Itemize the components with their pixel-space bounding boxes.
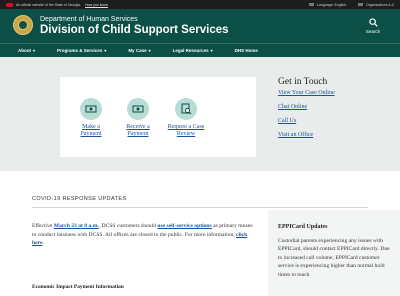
call-us-link[interactable]: Call Us — [278, 118, 296, 124]
view-case-online-link[interactable]: View Your Case Online — [278, 90, 335, 96]
chevron-down-icon: ▾ — [104, 48, 107, 53]
georgia-seal-logo[interactable] — [13, 15, 33, 35]
search-button[interactable]: Search — [360, 18, 386, 40]
dollar-bill-icon — [127, 98, 149, 120]
organizations-link[interactable]: Organizations A-Z — [357, 3, 394, 7]
chevron-down-icon: ▾ — [148, 48, 151, 53]
nav-item-my-case[interactable]: My Case ▾ — [128, 48, 150, 53]
how-you-know-link[interactable]: How you know — [85, 3, 108, 7]
request-case-review-link[interactable]: Request a Case Review — [160, 124, 212, 138]
covid-updates-heading: COVID-19 RESPONSE UPDATES — [32, 196, 127, 202]
nav-item-dhs-home[interactable]: DHS Home — [235, 48, 258, 53]
globe-icon — [308, 3, 314, 7]
economic-impact-heading: Economic Impact Payment Information — [32, 284, 124, 290]
official-site-text: An official website of the State of Geor… — [16, 2, 82, 7]
receive-payment-link[interactable]: Receive a Payment — [114, 124, 162, 138]
get-in-touch-panel: Get in Touch View Your Case Online Chat … — [278, 77, 388, 138]
effective-date-link[interactable]: March 23 at 8 a.m. — [54, 223, 99, 229]
main-nav: About ▾ Programs & Services ▾ My Case ▾ Leg… — [0, 43, 400, 57]
quick-actions-card: Make a Payment Receive a Payment Request a… — [60, 77, 256, 157]
chevron-down-icon: ▾ — [33, 48, 36, 53]
official-site-banner: An official website of the State of Geor… — [0, 0, 400, 9]
search-icon — [368, 18, 378, 27]
nav-item-legal-resources[interactable]: Legal Resources ▾ — [173, 48, 213, 53]
covid-update-paragraph: Effective March 23 at 8 a.m., DCSS custo… — [32, 223, 253, 246]
dollar-bill-icon — [80, 98, 102, 120]
nav-item-about[interactable]: About ▾ — [18, 48, 35, 53]
make-payment-link[interactable]: Make a Payment — [67, 124, 115, 138]
department-name: Department of Human Services — [40, 16, 138, 23]
building-icon — [357, 3, 363, 7]
eppicard-text: Custodial parents experiencing any issue… — [278, 238, 390, 278]
nav-item-programs-services[interactable]: Programs & Services ▾ — [57, 48, 106, 53]
self-service-options-link[interactable]: use self-service options — [157, 223, 211, 229]
section-divider — [32, 207, 368, 208]
language-selector[interactable]: Language: English — [308, 3, 346, 7]
chat-online-link[interactable]: Chat Online — [278, 104, 307, 110]
make-payment-action[interactable]: Make a Payment — [67, 98, 115, 138]
georgia-flag-icon — [6, 2, 13, 7]
division-title[interactable]: Division of Child Support Services — [40, 24, 229, 36]
chevron-down-icon: ▾ — [210, 48, 213, 53]
get-in-touch-heading: Get in Touch — [278, 77, 328, 87]
search-label: Search — [365, 29, 381, 34]
visit-office-link[interactable]: Visit an Office — [278, 132, 313, 138]
receive-payment-action[interactable]: Receive a Payment — [114, 98, 162, 138]
request-case-review-action[interactable]: Request a Case Review — [160, 98, 212, 138]
hero-section: Make a Payment Receive a Payment Request a… — [0, 57, 400, 171]
document-search-icon — [175, 98, 197, 120]
eppicard-heading: EPPICard Updates — [278, 224, 328, 230]
site-header: Department of Human Services Division of… — [0, 9, 400, 43]
